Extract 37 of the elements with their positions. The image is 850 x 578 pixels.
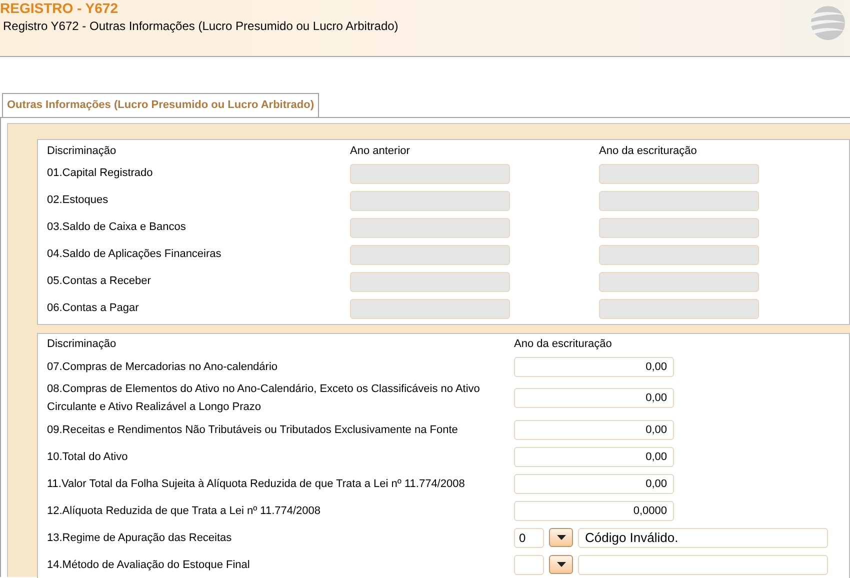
amount-field[interactable]: 0,00 [514, 356, 674, 376]
code-field[interactable]: 0 [514, 528, 544, 548]
field-label: 07.Compras de Mercadorias no Ano-calendário [47, 360, 279, 374]
field-label: 02.Estoques [47, 193, 110, 208]
field-label: 03.Saldo de Caixa e Bancos [47, 220, 187, 236]
column-header: Discriminação [47, 337, 118, 352]
field-label: 11.Valor Total da Folha Sujeita à Alíquota Reduzida de que Trata a Lei nº 11.774/2008 [47, 476, 466, 492]
field-label: 05.Contas a Receber [47, 274, 152, 290]
column-header: Ano da escrituração [599, 144, 697, 160]
field-label: 09.Receitas e Rendimentos Não Tributáveis ou Tributados Exclusivamente na Fonte [47, 422, 459, 438]
field-label: 01.Capital Registrado [47, 166, 154, 182]
field-label: 10.Total do Ativo [47, 450, 129, 464]
amount-field[interactable]: 0,00 [514, 388, 674, 408]
amount-field[interactable]: 0,00 [514, 474, 674, 494]
field-label: 12.Alíquota Reduzida de que Trata a Lei nº 11.774/2008 [47, 504, 322, 518]
caret-icon [556, 562, 566, 567]
amount-field[interactable]: 0,0000 [514, 500, 674, 520]
field-label: 04.Saldo de Aplicações Financeiras [47, 247, 222, 262]
field-label: 13.Regime de Apuração das Receitas [47, 530, 233, 546]
dropdown-button[interactable] [549, 555, 573, 574]
column-header: Discriminação [47, 144, 118, 160]
caret-icon [556, 535, 566, 540]
amount-field[interactable]: 0,00 [514, 446, 674, 466]
page-title: REGISTRO - Y672 [0, 0, 118, 18]
field-label: 08.Compras de Elementos do Ativo no Ano-Calendário, Exceto os Classificáveis no Ativo Circulante e Ativo Realizável a Longo Prazo [47, 382, 481, 415]
field-label: 06.Contas a Pagar [47, 301, 140, 316]
dropdown-button[interactable] [549, 528, 573, 547]
tab[interactable]: Outras Informações (Lucro Presumido ou Lucro Arbitrado) [2, 93, 320, 117]
description-field[interactable] [578, 554, 828, 574]
page-subtitle: Registro Y672 - Outras Informações (Lucro Presumido ou Lucro Arbitrado) [3, 18, 398, 35]
column-header: Ano da escrituração [514, 337, 612, 352]
field-label: 14.Método de Avaliação do Estoque Final [47, 558, 251, 572]
amount-field[interactable]: 0,00 [514, 420, 674, 440]
column-header: Ano anterior [350, 144, 411, 160]
description-field[interactable]: Código Inválido. [578, 528, 828, 548]
code-field[interactable] [514, 554, 544, 574]
globe-logo-icon [806, 5, 846, 41]
